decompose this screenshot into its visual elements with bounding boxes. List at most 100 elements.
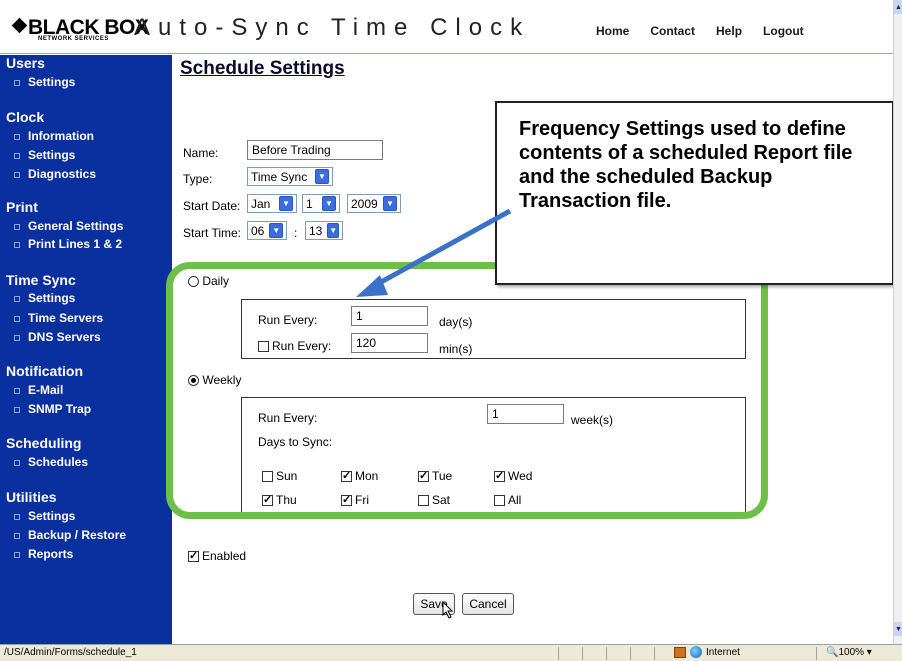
minute-select[interactable]: 13 ▼ (305, 221, 343, 240)
bullet-icon (14, 241, 20, 248)
bullet-icon (14, 79, 20, 86)
sidebar-item-clock-diagnostics[interactable]: Diagnostics (14, 167, 96, 181)
status-divider (558, 647, 559, 660)
bullet-icon (14, 387, 20, 394)
sidebar-item-label: Information (28, 129, 94, 143)
internet-zone-icon (690, 646, 702, 658)
cancel-button[interactable]: Cancel (462, 593, 514, 615)
sidebar-item-time-servers[interactable]: Time Servers (14, 311, 103, 325)
bullet-icon (14, 133, 20, 140)
header-bar: BLACK BOX NETWORK SERVICES Auto-Sync Tim… (0, 0, 893, 54)
start-time-label: Start Time: (183, 226, 242, 240)
sidebar-item-label: Print Lines 1 & 2 (28, 237, 123, 251)
sidebar-item-label: Settings (28, 75, 76, 89)
sidebar-item-label: Settings (28, 291, 76, 305)
type-label: Type: (183, 172, 213, 186)
name-input[interactable] (247, 140, 383, 160)
sidebar-item-label: Diagnostics (28, 167, 97, 181)
bullet-icon (14, 459, 20, 466)
status-divider (630, 647, 631, 660)
time-separator: : (294, 226, 298, 240)
sidebar-item-clock-settings[interactable]: Settings (14, 148, 75, 162)
month-select[interactable]: Jan ▼ (247, 194, 297, 213)
sidebar-item-label: Reports (28, 547, 74, 561)
app-title: Auto-Sync Time Clock (134, 14, 531, 41)
page-title: Schedule Settings (180, 58, 345, 79)
zoom-value: 100% (838, 647, 865, 658)
zone-label: Internet (706, 646, 740, 658)
security-zone: Internet (674, 646, 740, 658)
chevron-down-icon: ▼ (315, 169, 329, 184)
vertical-scrollbar[interactable]: ▲ ▼ (893, 0, 902, 644)
sidebar-item-label: General Settings (28, 219, 124, 233)
day-select[interactable]: 1 ▼ (302, 194, 340, 213)
bullet-icon (14, 334, 20, 341)
status-divider (654, 647, 655, 660)
nav-home-link[interactable]: Home (596, 24, 629, 38)
sidebar-item-user-settings[interactable]: Settings (14, 75, 75, 89)
bullet-icon (14, 223, 20, 230)
logo-subtitle: NETWORK SERVICES (38, 36, 109, 42)
nav-contact-link[interactable]: Contact (650, 24, 695, 38)
sidebar: Users Settings Clock Information Setting… (0, 55, 172, 644)
sidebar-item-print-general-settings[interactable]: General Settings (14, 219, 123, 233)
status-divider (606, 647, 607, 660)
type-select[interactable]: Time Sync ▼ (247, 167, 333, 186)
chevron-down-icon: ▼ (327, 223, 339, 238)
scroll-up-icon[interactable]: ▲ (894, 0, 902, 14)
zoom-level[interactable]: 🔍100% ▾ (826, 647, 872, 658)
chevron-down-icon: ▼ (279, 196, 293, 211)
bullet-icon (14, 551, 20, 558)
sidebar-item-timesync-settings[interactable]: Settings (14, 291, 75, 305)
sidebar-item-label: Settings (28, 509, 76, 523)
arrow-icon (356, 208, 512, 297)
status-divider (816, 647, 817, 660)
status-bar: /US/Admin/Forms/schedule_1 Internet 🔍100… (0, 644, 902, 661)
type-select-value: Time Sync (251, 169, 308, 184)
sidebar-item-utilities-settings[interactable]: Settings (14, 509, 75, 523)
bullet-icon (14, 513, 20, 520)
sidebar-item-dns-servers[interactable]: DNS Servers (14, 330, 101, 344)
protected-mode-icon (674, 646, 686, 658)
sidebar-section-clock: Clock (6, 109, 45, 125)
checkbox-checked-icon (188, 549, 199, 563)
sidebar-item-label: Schedules (28, 455, 89, 469)
sidebar-item-label: Settings (28, 148, 76, 162)
hour-select[interactable]: 06 ▼ (247, 221, 287, 240)
sidebar-section-time-sync: Time Sync (6, 272, 76, 288)
enabled-label: Enabled (202, 549, 247, 563)
sidebar-item-label: DNS Servers (28, 330, 101, 344)
status-url: /US/Admin/Forms/schedule_1 (4, 647, 137, 658)
nav-logout-link[interactable]: Logout (763, 24, 804, 38)
top-nav: Home Contact Help Logout (596, 24, 804, 38)
bullet-icon (14, 406, 20, 413)
sidebar-item-schedules[interactable]: Schedules (14, 455, 88, 469)
sidebar-section-utilities: Utilities (6, 489, 57, 505)
sidebar-item-label: Time Servers (28, 311, 104, 325)
sidebar-section-users: Users (6, 55, 45, 71)
nav-help-link[interactable]: Help (716, 24, 742, 38)
sidebar-item-reports[interactable]: Reports (14, 547, 73, 561)
sidebar-item-clock-information[interactable]: Information (14, 129, 94, 143)
enabled-checkbox[interactable]: Enabled (188, 549, 246, 563)
zoom-icon: 🔍 (826, 647, 839, 658)
chevron-down-icon: ▼ (322, 196, 336, 211)
sidebar-item-label: Backup / Restore (28, 528, 127, 542)
bullet-icon (14, 171, 20, 178)
bullet-icon (14, 532, 20, 539)
bullet-icon (14, 152, 20, 159)
sidebar-section-scheduling: Scheduling (6, 435, 82, 451)
bullet-icon (14, 295, 20, 302)
sidebar-item-label: SNMP Trap (28, 402, 92, 416)
sidebar-item-print-lines[interactable]: Print Lines 1 & 2 (14, 237, 122, 251)
scroll-down-icon[interactable]: ▼ (894, 622, 902, 636)
mouse-cursor-icon (442, 601, 454, 619)
sidebar-item-backup-restore[interactable]: Backup / Restore (14, 528, 126, 542)
sidebar-section-print: Print (6, 199, 38, 215)
hour-select-value: 06 (251, 223, 265, 238)
sidebar-item-snmp-trap[interactable]: SNMP Trap (14, 402, 91, 416)
annotation-callout: Frequency Settings used to define conten… (495, 101, 894, 285)
chevron-down-icon: ▼ (269, 223, 283, 238)
day-select-value: 1 (306, 196, 313, 211)
sidebar-item-email[interactable]: E-Mail (14, 383, 63, 397)
